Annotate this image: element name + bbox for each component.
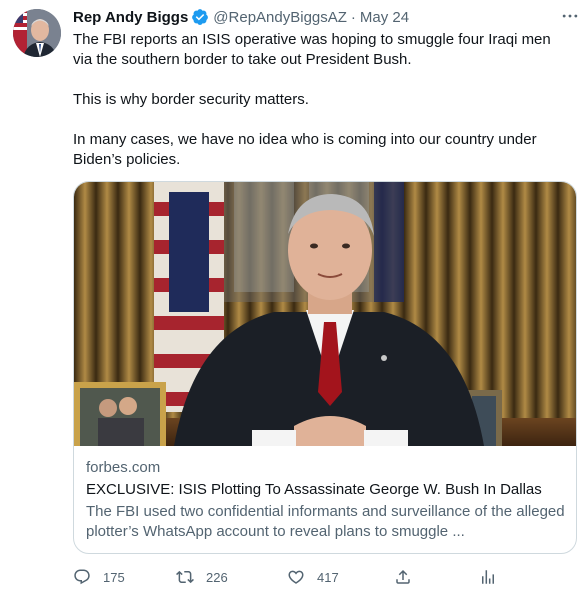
tweet-paragraph: This is why border security matters. [73,91,309,108]
card-description: The FBI used two confidential informants… [86,503,565,540]
share-icon [394,568,412,586]
retweet-button[interactable]: 226 [176,566,228,588]
card-image [74,182,576,446]
analytics-icon [479,568,497,586]
retweet-count: 226 [206,569,228,585]
link-card[interactable]: forbes.com EXCLUSIVE: ISIS Plotting To A… [73,181,577,554]
tweet-actions: 175 226 417 [73,566,573,588]
retweet-icon [176,568,194,586]
author-name[interactable]: Rep Andy Biggs [73,9,188,26]
share-button[interactable] [394,566,412,588]
card-title: EXCLUSIVE: ISIS Plotting To Assassinate … [86,481,542,498]
tweet-text: The FBI reports an ISIS operative was ho… [73,30,573,170]
author-avatar[interactable] [13,9,61,57]
header-separator: · [350,8,356,26]
like-button[interactable]: 417 [287,566,339,588]
tweet-paragraph: In many cases, we have no idea who is co… [73,131,537,168]
like-count: 417 [317,569,339,585]
analytics-button[interactable] [479,566,497,588]
reply-icon [73,568,91,586]
card-text: forbes.com EXCLUSIVE: ISIS Plotting To A… [86,458,566,542]
author-handle[interactable]: @RepAndyBiggsAZ [213,9,347,26]
tweet-header: Rep Andy Biggs @RepAndyBiggsAZ · May 24 [73,7,409,27]
tweet[interactable]: Rep Andy Biggs @RepAndyBiggsAZ · May 24 … [0,0,588,593]
tweet-paragraph: The FBI reports an ISIS operative was ho… [73,31,551,68]
more-options-icon[interactable] [560,6,580,26]
reply-count: 175 [103,569,125,585]
card-domain: forbes.com [86,459,161,476]
verified-badge-icon [191,8,209,26]
tweet-date[interactable]: May 24 [360,9,409,26]
reply-button[interactable]: 175 [73,566,125,588]
heart-icon [287,568,305,586]
